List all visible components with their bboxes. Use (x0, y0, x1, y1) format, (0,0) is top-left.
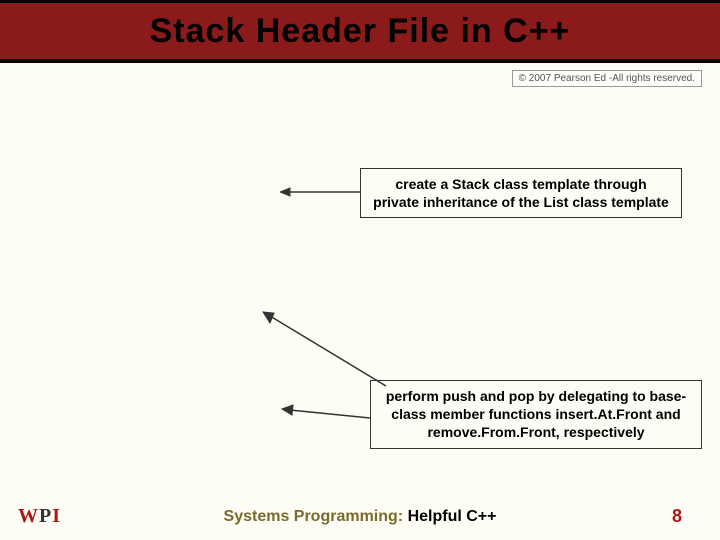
arrow-2 (260, 310, 390, 390)
arrow-1 (280, 186, 362, 198)
footer-text: Systems Programming: Helpful C++ (224, 508, 497, 526)
footer-label: Systems Programming: (224, 508, 404, 525)
wpi-logo: WPI (18, 505, 61, 528)
page-number: 8 (672, 506, 682, 527)
footer-topic: Helpful C++ (403, 508, 496, 525)
callout-push-pop: perform push and pop by delegating to ba… (370, 380, 702, 449)
title-bar: Stack Header File in C++ (0, 0, 720, 63)
copyright-notice: © 2007 Pearson Ed -All rights reserved. (512, 70, 702, 87)
slide-title: Stack Header File in C++ (150, 12, 571, 51)
callout-inheritance: create a Stack class template through pr… (360, 168, 682, 218)
slide-footer: WPI Systems Programming: Helpful C++ 8 (0, 505, 720, 528)
arrow-3 (280, 404, 372, 424)
